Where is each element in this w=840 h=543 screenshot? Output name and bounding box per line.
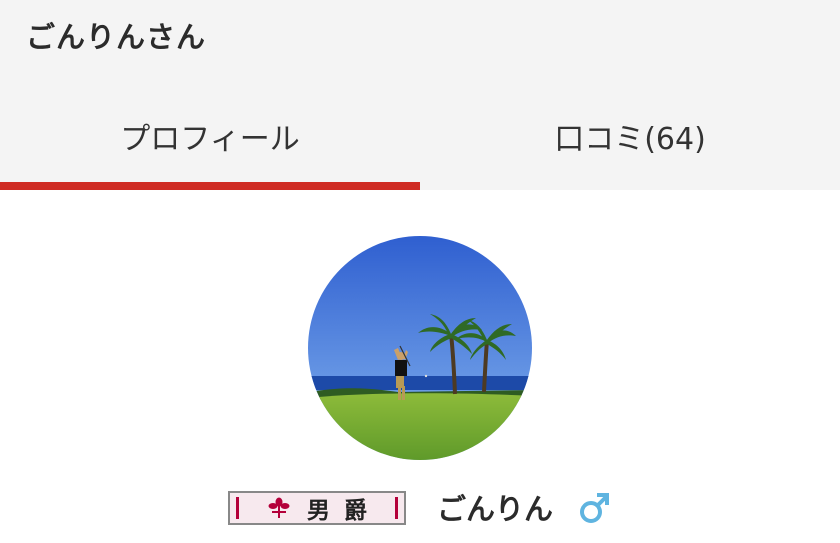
tab-reviews-label: 口コミ(64): [554, 122, 706, 157]
avatar[interactable]: [308, 236, 532, 460]
tab-reviews[interactable]: 口コミ(64): [420, 100, 840, 190]
tab-profile-label: プロフィール: [120, 122, 300, 157]
rank-title: 男爵: [307, 497, 381, 524]
avatar-photo: [308, 236, 532, 460]
flower-emblem-icon: [268, 497, 290, 518]
active-tab-indicator: [0, 182, 420, 190]
profile-header: ごんりんさん プロフィール 口コミ(64): [0, 0, 840, 190]
badge-left-bar: [236, 497, 239, 519]
page-title: ごんりんさん: [26, 20, 207, 54]
rank-badge: 男爵: [228, 491, 406, 525]
badge-right-bar: [395, 497, 398, 519]
male-symbol-icon: [580, 493, 609, 523]
username: ごんりん: [437, 492, 554, 526]
tab-profile[interactable]: プロフィール: [0, 100, 420, 190]
